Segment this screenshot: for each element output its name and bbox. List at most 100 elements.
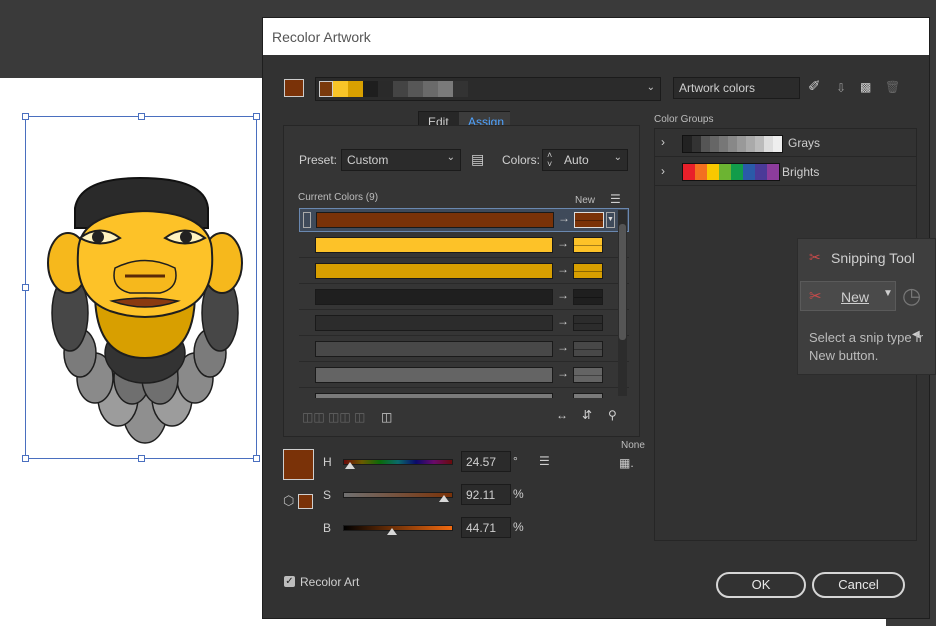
- color-row[interactable]: →: [299, 260, 629, 284]
- folder-icon[interactable]: ▩: [860, 80, 871, 94]
- current-color-bar[interactable]: [316, 212, 554, 228]
- arrow-icon[interactable]: →: [557, 314, 569, 328]
- group-swatch[interactable]: [728, 136, 737, 152]
- separate-colors-icon[interactable]: ◫◫: [328, 410, 351, 424]
- new-color-swatch[interactable]: [573, 237, 603, 253]
- recolor-art-checkbox[interactable]: ✓: [284, 576, 295, 587]
- color-reduction-options-icon[interactable]: ▤: [471, 152, 484, 166]
- color-group-name-field[interactable]: Artwork colors: [673, 77, 800, 99]
- new-color-swatch[interactable]: [573, 289, 603, 305]
- trash-icon[interactable]: 🗑: [885, 80, 900, 94]
- current-color-bar[interactable]: [315, 367, 553, 383]
- randomly-change-saturation-icon[interactable]: ⇵: [582, 408, 592, 422]
- group-swatch[interactable]: [719, 136, 728, 152]
- hue-slider[interactable]: [343, 459, 453, 465]
- cancel-button[interactable]: Cancel: [812, 572, 905, 598]
- exclude-colors-icon[interactable]: ◫: [354, 410, 365, 424]
- group-swatch[interactable]: [692, 136, 701, 152]
- current-color-bar[interactable]: [315, 237, 553, 253]
- preset-select[interactable]: Custom ⌄: [341, 149, 461, 171]
- new-color-swatch[interactable]: [573, 367, 603, 383]
- active-color-swatch[interactable]: [284, 79, 304, 97]
- new-color-swatch[interactable]: [573, 341, 603, 357]
- chevron-down-icon[interactable]: ⌄: [647, 82, 655, 93]
- scrollbar[interactable]: [618, 210, 627, 396]
- saturation-slider-thumb[interactable]: [439, 495, 449, 502]
- fill-swatch[interactable]: [298, 494, 313, 509]
- arrow-icon[interactable]: →: [558, 211, 570, 225]
- row-handle-icon[interactable]: [303, 212, 311, 228]
- chevron-down-icon[interactable]: ▼: [883, 288, 893, 299]
- resize-handle[interactable]: [22, 284, 29, 291]
- selected-color-preview[interactable]: [283, 449, 314, 480]
- resize-handle[interactable]: [253, 455, 260, 462]
- arrow-icon[interactable]: →: [557, 288, 569, 302]
- group-swatch[interactable]: [764, 136, 773, 152]
- cube-icon[interactable]: ⬡: [283, 494, 294, 508]
- group-swatch[interactable]: [746, 136, 755, 152]
- new-color-swatch[interactable]: [573, 263, 603, 279]
- color-row[interactable]: →: [299, 338, 629, 362]
- hue-slider-thumb[interactable]: [345, 462, 355, 469]
- current-color-bar[interactable]: [315, 263, 553, 279]
- color-group-grays[interactable]: › Grays: [655, 129, 916, 157]
- chevron-right-icon[interactable]: ›: [661, 135, 665, 149]
- clock-icon[interactable]: ◷: [902, 283, 921, 309]
- find-color-icon[interactable]: ⚲: [608, 408, 617, 422]
- snipping-new-button[interactable]: ✂ New ▼: [800, 281, 896, 311]
- group-swatch[interactable]: [701, 136, 710, 152]
- scrollbar-thumb[interactable]: [619, 224, 626, 340]
- save-group-icon[interactable]: ⇩: [836, 81, 846, 95]
- saturation-slider[interactable]: [343, 492, 453, 498]
- color-row[interactable]: →: [299, 286, 629, 310]
- new-color-swatch[interactable]: [574, 212, 604, 228]
- current-color-bar[interactable]: [315, 289, 553, 305]
- group-swatch[interactable]: [743, 164, 755, 180]
- color-row[interactable]: →: [299, 364, 629, 388]
- new-row-icon[interactable]: ◫: [381, 410, 392, 424]
- color-row[interactable]: →: [299, 312, 629, 336]
- current-color-bar[interactable]: [315, 315, 553, 331]
- color-row[interactable]: → ▼: [299, 208, 629, 232]
- brightness-slider[interactable]: [343, 525, 453, 531]
- color-mode-icon[interactable]: ▦.: [619, 456, 634, 470]
- menu-icon[interactable]: ☰: [610, 192, 621, 206]
- arrow-icon[interactable]: →: [557, 340, 569, 354]
- color-group-brights[interactable]: › Brights: [655, 158, 916, 186]
- colors-count-select[interactable]: ˄ ˅ Auto ⌄: [542, 149, 628, 171]
- saturation-input[interactable]: 92.11: [461, 484, 511, 505]
- group-swatch[interactable]: [773, 136, 782, 152]
- menu-icon[interactable]: ☰: [539, 454, 550, 468]
- group-swatch[interactable]: [719, 164, 731, 180]
- color-row[interactable]: →: [299, 390, 629, 398]
- stepper-icon[interactable]: ˄ ˅: [547, 151, 552, 169]
- group-swatch[interactable]: [683, 164, 695, 180]
- group-swatch[interactable]: [755, 164, 767, 180]
- group-swatch[interactable]: [707, 164, 719, 180]
- resize-handle[interactable]: [138, 113, 145, 120]
- arrow-icon[interactable]: →: [557, 366, 569, 380]
- group-swatch[interactable]: [683, 136, 692, 152]
- group-swatch[interactable]: [767, 164, 779, 180]
- chevron-right-icon[interactable]: ›: [661, 164, 665, 178]
- dialog-titlebar[interactable]: Recolor Artwork: [263, 18, 929, 55]
- group-swatch[interactable]: [695, 164, 707, 180]
- merge-colors-icon[interactable]: ◫◫: [302, 410, 325, 424]
- group-swatch[interactable]: [731, 164, 743, 180]
- ok-button[interactable]: OK: [716, 572, 806, 598]
- chevron-down-icon[interactable]: ▼: [606, 212, 615, 228]
- resize-handle[interactable]: [22, 113, 29, 120]
- brightness-slider-thumb[interactable]: [387, 528, 397, 535]
- group-swatch[interactable]: [737, 136, 746, 152]
- new-color-swatch[interactable]: [573, 315, 603, 331]
- arrow-icon[interactable]: →: [557, 236, 569, 250]
- hue-input[interactable]: 24.57: [461, 451, 511, 472]
- selection-bounding-box[interactable]: [22, 113, 260, 462]
- color-row[interactable]: →: [299, 234, 629, 258]
- brightness-input[interactable]: 44.71: [461, 517, 511, 538]
- artwork-colors-strip[interactable]: ⌄: [315, 77, 661, 101]
- eyedropper-icon[interactable]: ✐: [808, 79, 821, 94]
- arrow-icon[interactable]: →: [557, 392, 569, 398]
- current-color-bar[interactable]: [315, 341, 553, 357]
- group-swatch[interactable]: [710, 136, 719, 152]
